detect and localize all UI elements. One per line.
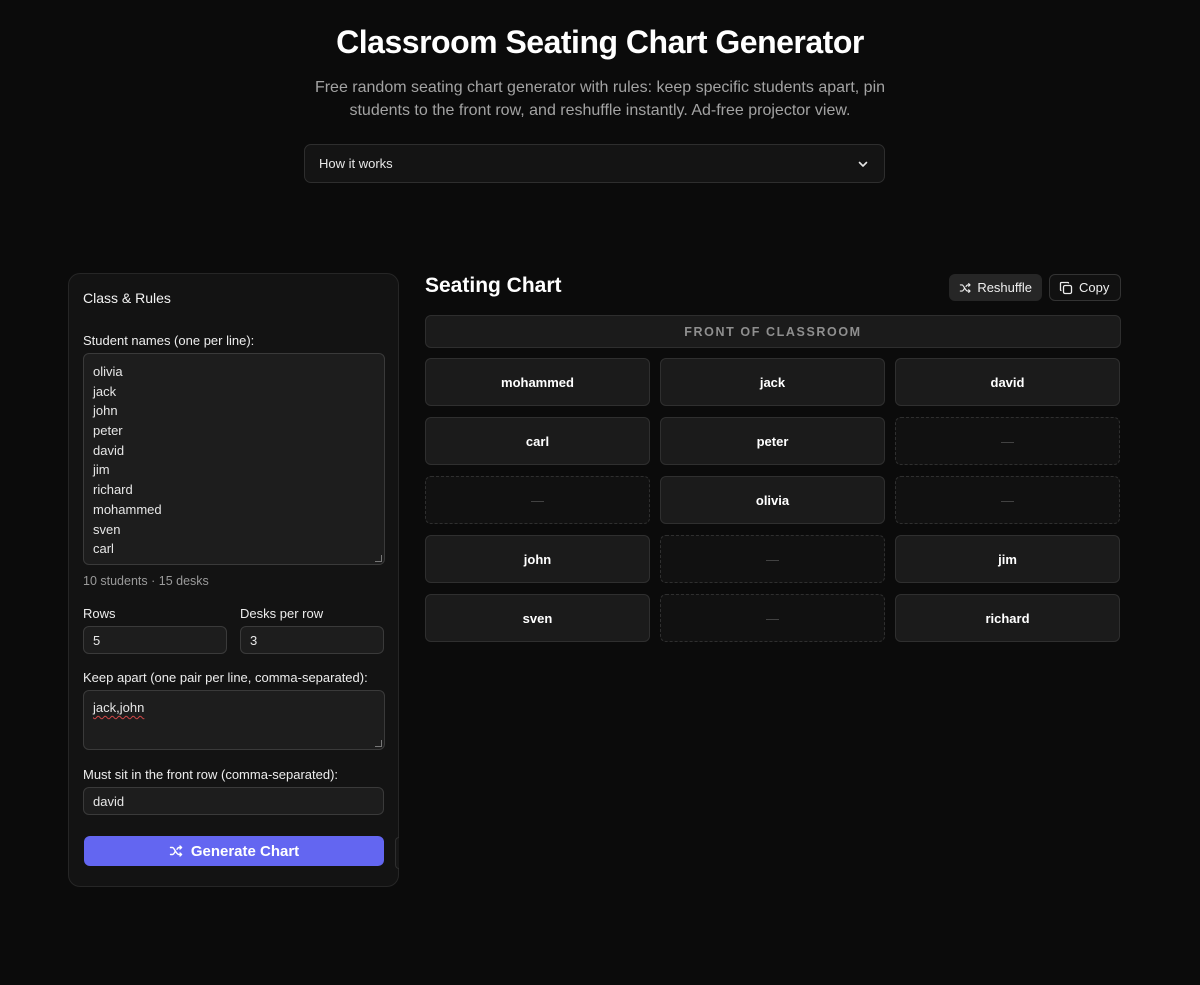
page-title: Classroom Seating Chart Generator — [336, 24, 864, 60]
rows-input[interactable]: 5 — [83, 626, 227, 654]
keep-apart-label: Keep apart (one pair per line, comma-sep… — [83, 670, 368, 685]
front-of-classroom-banner: FRONT OF CLASSROOM — [425, 315, 1121, 348]
desk-seat[interactable]: david — [895, 358, 1120, 406]
desk-seat[interactable]: peter — [660, 417, 885, 465]
how-it-works-accordion[interactable]: How it works — [304, 144, 885, 183]
empty-desk[interactable]: — — [660, 535, 885, 583]
front-row-label: Must sit in the front row (comma-separat… — [83, 767, 339, 782]
reshuffle-button[interactable]: Reshuffle — [949, 274, 1042, 301]
student-names-label: Student names (one per line): — [83, 333, 255, 348]
reshuffle-label: Reshuffle — [977, 280, 1032, 295]
shuffle-icon — [959, 282, 971, 293]
chevron-down-icon — [858, 161, 868, 167]
student-count-summary: 10 students · 15 desks — [83, 574, 209, 588]
generate-chart-button[interactable]: Generate Chart — [84, 836, 384, 866]
desk-seat[interactable]: sven — [425, 594, 650, 642]
empty-desk[interactable]: — — [660, 594, 885, 642]
resize-handle[interactable] — [375, 740, 382, 747]
desk-seat[interactable]: jim — [895, 535, 1120, 583]
student-name-line: john — [93, 403, 118, 419]
student-name-line: mohammed — [93, 501, 162, 517]
class-rules-panel: Class & Rules Student names (one per lin… — [68, 273, 399, 887]
empty-desk[interactable]: — — [895, 417, 1120, 465]
empty-desk[interactable]: — — [895, 476, 1120, 524]
front-row-input[interactable]: david — [83, 787, 384, 815]
rows-label: Rows — [83, 606, 116, 621]
student-name-line: carl — [93, 541, 114, 557]
keep-apart-textarea[interactable]: jack,john — [83, 690, 385, 750]
student-names-list: olivia jack john peter david jim richard mohamm… — [93, 362, 375, 559]
keep-apart-value: jack,john — [93, 700, 145, 715]
desk-seat[interactable]: olivia — [660, 476, 885, 524]
student-name-line: peter — [93, 423, 123, 439]
copy-label: Copy — [1079, 280, 1110, 295]
desk-seat[interactable]: john — [425, 535, 650, 583]
secondary-action-button[interactable] — [395, 837, 399, 869]
copy-icon — [1059, 281, 1073, 294]
shuffle-icon — [169, 845, 183, 857]
desk-seat[interactable]: mohammed — [425, 358, 650, 406]
desk-seat[interactable]: richard — [895, 594, 1120, 642]
seating-chart-title: Seating Chart — [425, 274, 562, 297]
page: Classroom Seating Chart Generator Free r… — [0, 0, 1200, 985]
desks-per-row-input[interactable]: 3 — [240, 626, 384, 654]
student-names-textarea[interactable]: olivia jack john peter david jim richard mohamm… — [83, 353, 385, 565]
desk-seat[interactable]: jack — [660, 358, 885, 406]
student-name-line: sven — [93, 521, 121, 537]
empty-desk[interactable]: — — [425, 476, 650, 524]
resize-handle[interactable] — [375, 555, 382, 562]
student-name-line: david — [93, 442, 125, 458]
student-name-line: richard — [93, 482, 133, 498]
panel-title: Class & Rules — [83, 290, 171, 306]
page-subtitle: Free random seating chart generator with… — [314, 79, 886, 119]
desks-per-row-label: Desks per row — [240, 606, 324, 621]
copy-button[interactable]: Copy — [1049, 274, 1121, 301]
student-name-line: olivia — [93, 364, 123, 379]
student-name-line: jim — [93, 462, 110, 478]
desk-seat[interactable]: carl — [425, 417, 650, 465]
student-name-line: jack — [93, 383, 117, 399]
generate-chart-label: Generate Chart — [190, 842, 300, 860]
accordion-label: How it works — [319, 156, 393, 171]
